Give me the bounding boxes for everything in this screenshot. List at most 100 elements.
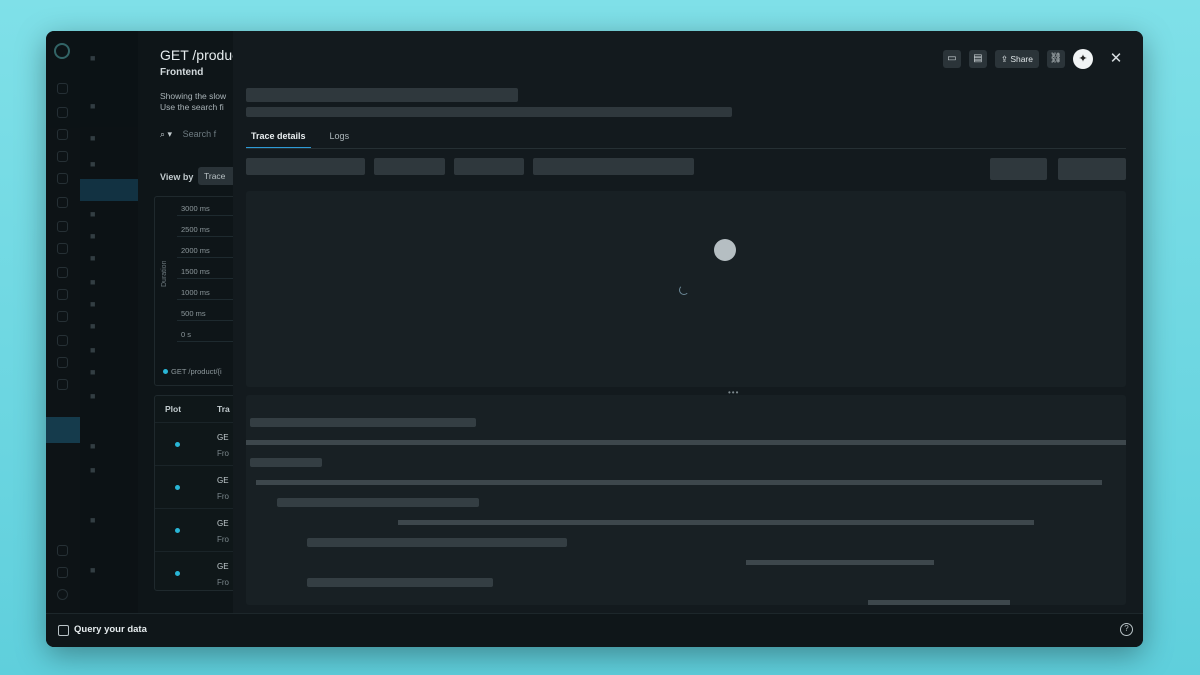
terminal-icon[interactable]: [58, 625, 69, 636]
drawer-tabs: Trace details Logs: [246, 131, 354, 149]
share-label: Share: [1010, 54, 1033, 64]
comment-icon[interactable]: ▭: [942, 50, 961, 68]
search-placeholder: Search f: [182, 129, 217, 139]
description-line-1: Showing the slow: [160, 91, 227, 101]
nav-icon-8[interactable]: [57, 243, 68, 254]
gridline: [177, 257, 233, 258]
column-header-trace[interactable]: Tra: [217, 404, 230, 414]
y-tick-label: 500 ms: [181, 309, 206, 318]
duration-chart: Duration 3000 ms 2500 ms 2000 ms 1500 ms…: [154, 196, 233, 386]
nav-icon-13[interactable]: [57, 357, 68, 368]
trace-map-panel: [246, 191, 1126, 387]
table-row[interactable]: GE Fro: [155, 551, 233, 594]
nav-icon-2[interactable]: [57, 107, 68, 118]
nav-icon-6[interactable]: [57, 197, 68, 208]
avatar[interactable]: [57, 589, 68, 600]
span-bar[interactable]: [868, 600, 1010, 605]
plot-dot: [175, 528, 180, 533]
query-your-data-button[interactable]: Query your data: [74, 624, 147, 635]
nav-icon-10[interactable]: [57, 289, 68, 300]
nav-icon-3[interactable]: [57, 129, 68, 140]
span-label-skeleton: [307, 578, 493, 587]
table-row[interactable]: GE Fro: [155, 508, 233, 551]
button-skeleton: [1058, 158, 1126, 180]
subnav-row: ■: [90, 299, 96, 309]
filter-skeleton: [454, 158, 524, 175]
column-header-plot[interactable]: Plot: [165, 404, 181, 414]
help-icon[interactable]: ?: [1120, 623, 1133, 636]
trace-table: Plot Tra GE Fro GE Fro GE Fro GE Fro: [154, 395, 233, 591]
subnav-row: ■: [90, 159, 96, 169]
ai-assistant-icon[interactable]: ✦: [1073, 49, 1093, 69]
subnav-row: ■: [90, 391, 96, 401]
subtitle-skeleton: [246, 107, 732, 117]
home-icon[interactable]: [57, 83, 68, 94]
span-label-skeleton: [277, 498, 479, 507]
button-skeleton: [990, 158, 1047, 180]
subnav-row: ■: [90, 231, 96, 241]
filter-skeleton: [533, 158, 694, 175]
subnav-selected-item[interactable]: [80, 179, 138, 201]
description: Showing the slow Use the search fi: [160, 91, 226, 113]
y-tick-label: 0 s: [181, 330, 192, 339]
y-tick-label: 3000 ms: [181, 204, 210, 213]
search-input[interactable]: ⌕ ▾ Search f: [160, 129, 216, 140]
span-bar[interactable]: [246, 440, 1126, 445]
add-to-dashboard-icon[interactable]: ▤: [968, 50, 987, 68]
subnav-row: ■: [90, 515, 96, 525]
plot-dot: [175, 571, 180, 576]
trace-entity: Fro: [217, 449, 229, 458]
gridline: [177, 299, 233, 300]
y-tick-label: 2500 ms: [181, 225, 210, 234]
legend-swatch: [163, 369, 168, 374]
plot-dot: [175, 442, 180, 447]
nav-icon-7[interactable]: [57, 221, 68, 232]
nav-icon-14[interactable]: [57, 379, 68, 390]
subnav-row: ■: [90, 209, 96, 219]
y-tick-label: 1000 ms: [181, 288, 210, 297]
share-button[interactable]: ⇪ Share: [994, 50, 1039, 68]
y-tick-label: 1500 ms: [181, 267, 210, 276]
trace-name: GE: [217, 476, 229, 485]
primary-nav-rail: [46, 31, 80, 613]
span-waterfall-panel: [246, 395, 1126, 605]
span-bar[interactable]: [746, 560, 934, 565]
tab-logs[interactable]: Logs: [325, 131, 355, 149]
gridline: [177, 341, 233, 342]
nav-active-indicator[interactable]: [46, 417, 80, 443]
user-icon[interactable]: [57, 567, 68, 578]
page-title: GET /product: [160, 47, 233, 63]
app-logo-icon[interactable]: [54, 43, 70, 59]
copy-link-icon[interactable]: ⛓: [1047, 50, 1065, 68]
nav-icon-feedback[interactable]: [57, 545, 68, 556]
y-tick-label: 2000 ms: [181, 246, 210, 255]
nav-icon-4[interactable]: [57, 151, 68, 162]
close-icon[interactable]: ✕: [1107, 50, 1125, 68]
secondary-nav: ■ ■ ■ ■ ■ ■ ■ ■ ■ ■ ■ ■ ■ ■ ■ ■ ■: [80, 31, 138, 613]
chart-legend: GET /product/{i: [163, 367, 222, 376]
nav-icon-5[interactable]: [57, 173, 68, 184]
filter-skeleton: [374, 158, 445, 175]
span-bar[interactable]: [398, 520, 1034, 525]
span-bar[interactable]: [256, 480, 1102, 485]
entity-name: Frontend: [160, 67, 204, 78]
span-label-skeleton: [307, 538, 567, 547]
subnav-row: ■: [90, 133, 96, 143]
tab-trace-details[interactable]: Trace details: [246, 131, 311, 149]
table-row[interactable]: GE Fro: [155, 422, 233, 465]
nav-icon-9[interactable]: [57, 267, 68, 278]
nav-icon-12[interactable]: [57, 335, 68, 346]
trace-entity: Fro: [217, 578, 229, 587]
legend-label: GET /product/{i: [171, 367, 222, 376]
filter-skeleton: [246, 158, 365, 175]
chart-y-label: Duration: [161, 260, 168, 287]
table-row[interactable]: GE Fro: [155, 465, 233, 508]
subnav-row: ■: [90, 345, 96, 355]
subnav-row: ■: [90, 321, 96, 331]
footer-bar: Query your data ?: [46, 613, 1143, 647]
app-window: ■ ■ ■ ■ ■ ■ ■ ■ ■ ■ ■ ■ ■ ■ ■ ■ ■ GET /p…: [46, 31, 1143, 647]
trace-name: GE: [217, 562, 229, 571]
view-by-trace-button[interactable]: Trace: [198, 167, 233, 185]
title-skeleton: [246, 88, 518, 102]
nav-icon-11[interactable]: [57, 311, 68, 322]
